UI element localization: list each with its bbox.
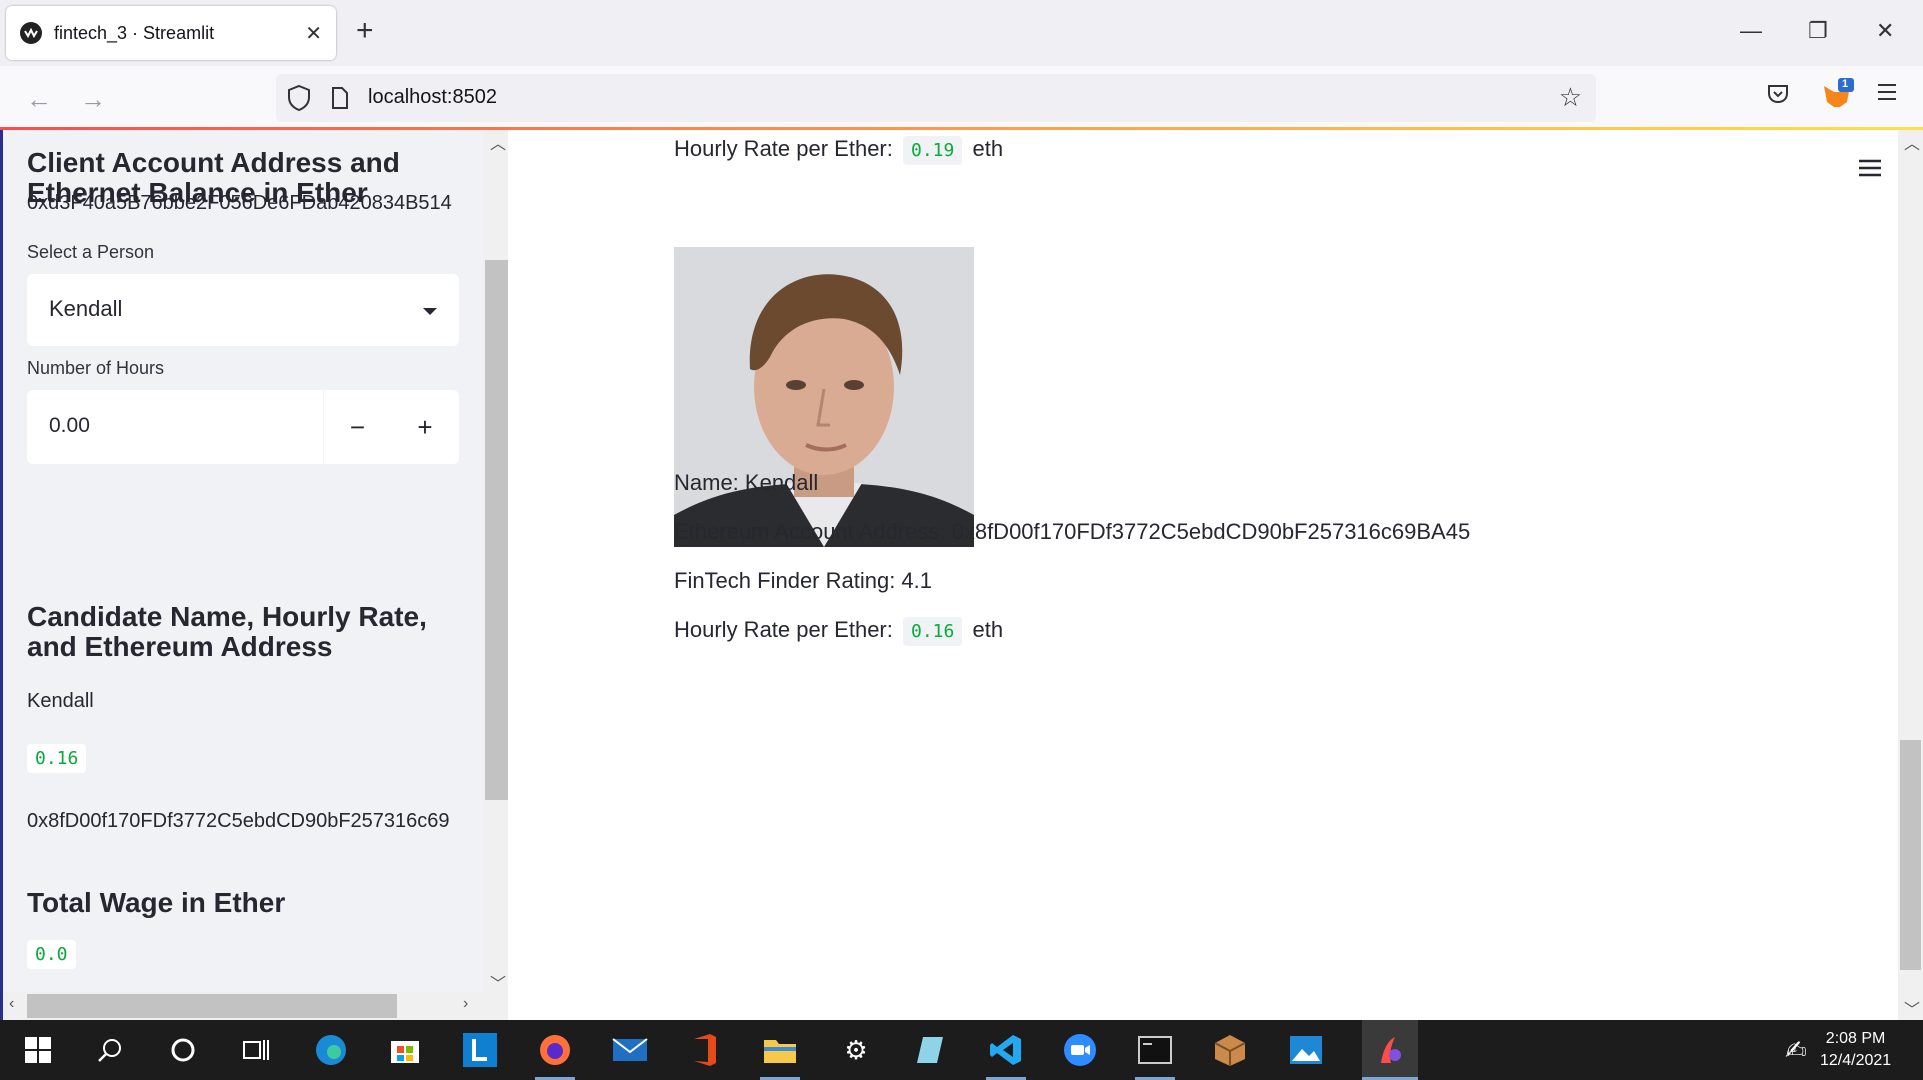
candidate-address: 0x8fD00f170FDf3772C5ebdCD90bF257316c69 <box>27 810 450 832</box>
scroll-right-icon[interactable]: › <box>463 995 468 1013</box>
terminal-icon[interactable] <box>1135 1030 1175 1070</box>
clock-time: 2:08 PM <box>1825 1030 1886 1047</box>
app-menu-icon[interactable] <box>1876 82 1898 107</box>
candidate-rate-code: 0.16 <box>27 744 87 773</box>
browser-tab[interactable]: fintech_3 · Streamlit ✕ <box>6 6 336 60</box>
sidebar-scroll-thumb[interactable] <box>485 260 508 800</box>
streamlit-python-icon[interactable] <box>1362 1020 1418 1080</box>
page-info-icon[interactable] <box>330 86 350 115</box>
main-scroll-thumb[interactable] <box>1900 740 1921 970</box>
taskbar-clock[interactable]: 2:08 PM 12/4/2021 <box>1820 1028 1891 1072</box>
minimize-icon[interactable]: — <box>1740 18 1762 44</box>
photos-icon[interactable] <box>1286 1030 1326 1070</box>
top-rate-label: Hourly Rate per Ether: <box>674 136 893 161</box>
clock-date: 12/4/2021 <box>1820 1052 1892 1069</box>
tab-title: fintech_3 · Streamlit <box>54 22 215 43</box>
candidate-heading: Candidate Name, Hourly Rate, and Ethereu… <box>27 601 427 662</box>
scroll-up-icon[interactable]: ︿ <box>490 130 506 154</box>
firefox-icon[interactable] <box>535 1030 575 1070</box>
search-icon[interactable] <box>90 1030 130 1070</box>
windows-start-icon[interactable] <box>18 1030 58 1070</box>
client-account-address: 0xd3F40a5B76bbe2F056De6FDab420834B514 <box>27 192 452 214</box>
increment-button[interactable]: + <box>391 390 459 464</box>
pocket-icon[interactable] <box>1766 82 1790 111</box>
settings-gear-icon[interactable]: ⚙ <box>836 1030 876 1070</box>
select-person-dropdown[interactable]: Kendall <box>27 274 459 346</box>
vscode-icon[interactable] <box>986 1030 1026 1070</box>
edge-icon[interactable] <box>311 1030 351 1070</box>
chevron-down-icon <box>423 308 437 315</box>
close-tab-icon[interactable]: ✕ <box>305 21 322 46</box>
select-person-value: Kendall <box>49 296 123 321</box>
new-tab-icon[interactable]: + <box>356 16 374 46</box>
file-explorer-icon[interactable] <box>760 1030 800 1070</box>
mail-icon[interactable] <box>610 1030 650 1070</box>
extension-badge: 1 <box>1842 78 1849 90</box>
main-content: Hourly Rate per Ether: 0.19 eth Name: Ke… <box>508 130 1898 1020</box>
pen-tray-icon[interactable]: ✍ <box>1776 1030 1816 1070</box>
rating-line: FinTech Finder Rating: 4.1 <box>674 568 933 593</box>
candidate-rate-value: 0.16 <box>27 744 87 773</box>
top-rate-value: 0.19 <box>903 136 963 165</box>
hourly-rate-label: Hourly Rate per Ether: <box>674 617 893 642</box>
hours-number-input[interactable]: 0.00 − + <box>27 390 459 464</box>
url-text[interactable]: localhost:8502 <box>368 86 497 109</box>
zoom-icon[interactable] <box>1060 1030 1100 1070</box>
task-view-icon[interactable] <box>236 1030 276 1070</box>
main-scroll-down-icon[interactable]: ﹀ <box>1904 996 1920 1020</box>
candidate-name: Kendall <box>27 690 94 712</box>
sidebar-vertical-scrollbar[interactable]: ︿ ﹀ <box>483 130 508 1020</box>
wage-code: 0.0 <box>27 940 76 969</box>
browser-nav-bar: ← → localhost:8502 ☆ 1 <box>0 66 1923 130</box>
close-window-icon[interactable]: ✕ <box>1876 18 1894 44</box>
top-rate-unit: eth <box>972 136 1004 161</box>
office-icon[interactable] <box>685 1030 725 1070</box>
hourly-rate-unit: eth <box>972 617 1004 642</box>
candidate-portrait-image <box>674 247 974 547</box>
hourly-rate-value: 0.16 <box>903 617 963 646</box>
ethereum-address-line: Ethereum Account Address: 0x8fD00f170FDf… <box>674 519 1471 544</box>
address-bar[interactable]: localhost:8502 ☆ <box>276 74 1596 122</box>
select-person-label: Select a Person <box>27 242 155 262</box>
microsoft-store-icon[interactable] <box>385 1030 425 1070</box>
sidebar: Client Account Address and Ethernet Bala… <box>0 130 508 1020</box>
lync-l-icon[interactable] <box>460 1030 500 1070</box>
wage-heading: Total Wage in Ether <box>27 887 286 918</box>
main-vertical-scrollbar[interactable]: ︿ ﹀ <box>1898 130 1923 1020</box>
hours-value[interactable]: 0.00 <box>49 414 90 438</box>
top-rate-row: Hourly Rate per Ether: 0.19 eth <box>674 136 1003 165</box>
scroll-left-icon[interactable]: ‹ <box>9 995 14 1013</box>
sidebar-hscroll-thumb[interactable] <box>27 994 397 1018</box>
streamlit-favicon-icon <box>20 22 42 44</box>
bookmark-star-icon[interactable]: ☆ <box>1559 82 1582 113</box>
main-scroll-up-icon[interactable]: ︿ <box>1904 130 1920 154</box>
scroll-down-icon[interactable]: ﹀ <box>490 970 506 994</box>
candidate-name-line: Name: Kendall <box>674 470 819 495</box>
hourly-rate-row: Hourly Rate per Ether: 0.16 eth <box>674 617 1003 646</box>
wage-value: 0.0 <box>27 940 76 969</box>
back-icon[interactable]: ← <box>26 84 52 115</box>
metamask-extension-icon[interactable]: 1 <box>1820 78 1854 117</box>
notepad-icon[interactable] <box>910 1030 950 1070</box>
shield-icon[interactable] <box>286 84 312 117</box>
cortana-icon[interactable] <box>163 1030 203 1070</box>
decrement-button[interactable]: − <box>323 390 391 464</box>
restore-icon[interactable]: ❐ <box>1808 18 1828 44</box>
forward-icon[interactable]: → <box>80 84 106 115</box>
streamlit-menu-icon[interactable] <box>1858 158 1882 183</box>
hours-label: Number of Hours <box>27 358 165 378</box>
sidebar-horizontal-scrollbar[interactable]: ‹ › <box>3 992 483 1020</box>
browser-tab-strip: fintech_3 · Streamlit ✕ + — ❐ ✕ <box>0 0 1923 66</box>
box-app-icon[interactable] <box>1210 1030 1250 1070</box>
windows-taskbar: ⚙ ✍ 2:08 PM 12/4/2021 <box>0 1020 1923 1080</box>
